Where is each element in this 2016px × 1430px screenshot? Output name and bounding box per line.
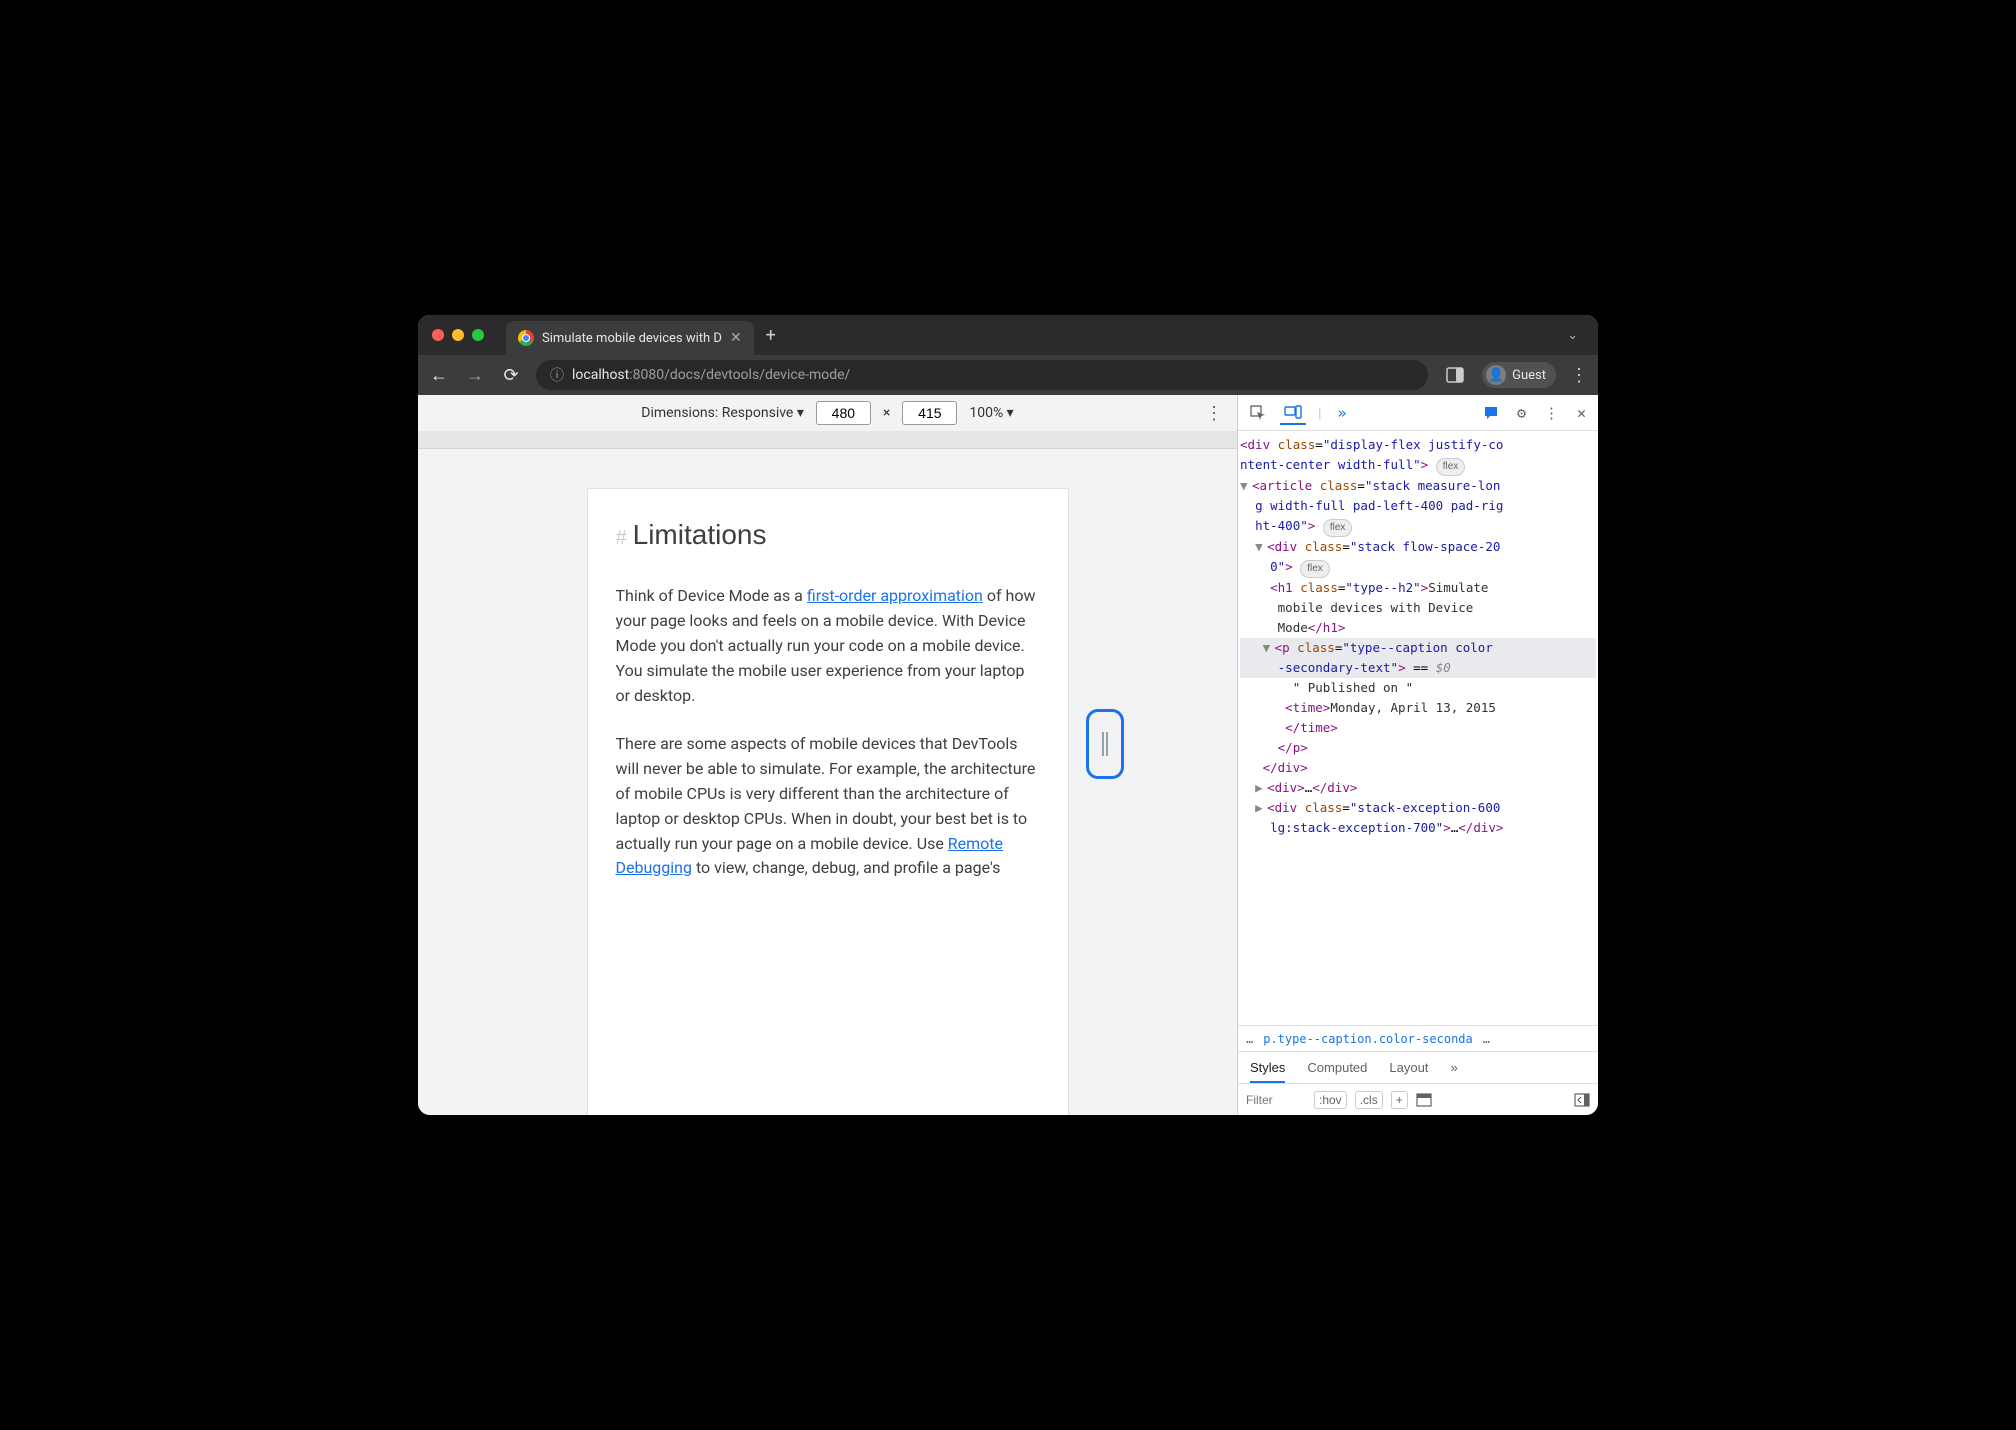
device-toolbar: Dimensions: Responsive ▾ × 100% ▾ ⋮: [418, 395, 1237, 431]
first-order-link[interactable]: first-order approximation: [807, 586, 983, 605]
ruler[interactable]: [418, 431, 1237, 449]
tab-layout[interactable]: Layout: [1389, 1060, 1428, 1075]
anchor-hash-icon[interactable]: #: [616, 527, 627, 549]
maximize-window-button[interactable]: [472, 329, 484, 341]
hov-toggle[interactable]: :hov: [1314, 1091, 1347, 1109]
device-toolbar-more-icon[interactable]: ⋮: [1205, 403, 1223, 424]
url-host: localhost: [572, 367, 629, 383]
device-viewport-pane: Dimensions: Responsive ▾ × 100% ▾ ⋮ #Lim…: [418, 395, 1238, 1115]
close-tab-button[interactable]: ✕: [730, 330, 742, 346]
avatar-icon: 👤: [1486, 365, 1506, 385]
devtools-tabstrip: | » ⚙ ⋮ ✕: [1238, 395, 1598, 431]
close-devtools-icon[interactable]: ✕: [1573, 400, 1590, 426]
times-label: ×: [883, 405, 890, 421]
zoom-dropdown[interactable]: 100% ▾: [969, 405, 1013, 421]
titlebar: Simulate mobile devices with D ✕ + ⌄: [418, 315, 1598, 355]
flex-badge[interactable]: flex: [1436, 458, 1466, 476]
browser-menu-button[interactable]: ⋮: [1570, 365, 1588, 386]
simulated-viewport: #Limitations Think of Device Mode as a f…: [418, 449, 1237, 1115]
height-input[interactable]: [902, 401, 957, 425]
devtools-panel: | » ⚙ ⋮ ✕ <div class="display-flex justi…: [1238, 395, 1598, 1115]
side-panel-icon[interactable]: [1446, 367, 1464, 383]
toggle-sidebar-icon[interactable]: [1574, 1093, 1590, 1107]
forward-button[interactable]: →: [464, 365, 486, 386]
computed-panel-icon[interactable]: [1416, 1093, 1432, 1107]
profile-button[interactable]: 👤 Guest: [1482, 362, 1556, 388]
page-frame[interactable]: #Limitations Think of Device Mode as a f…: [588, 489, 1068, 1115]
omnibox[interactable]: ⓘ localhost:8080/docs/devtools/device-mo…: [536, 360, 1428, 390]
crumb-dots[interactable]: …: [1246, 1032, 1253, 1046]
address-bar: ← → ⟳ ⓘ localhost:8080/docs/devtools/dev…: [418, 355, 1598, 395]
device-toggle-icon[interactable]: [1280, 401, 1306, 425]
tab-computed[interactable]: Computed: [1307, 1060, 1367, 1075]
url-path: /docs/devtools/device-mode/: [664, 367, 850, 383]
url-port: :8080: [629, 367, 664, 383]
width-input[interactable]: [816, 401, 871, 425]
site-info-icon[interactable]: ⓘ: [550, 365, 564, 385]
settings-gear-icon[interactable]: ⚙: [1513, 400, 1530, 426]
devtools-menu-icon[interactable]: ⋮: [1540, 400, 1563, 426]
new-tab-button[interactable]: +: [766, 325, 776, 346]
reload-button[interactable]: ⟳: [500, 365, 522, 386]
minimize-window-button[interactable]: [452, 329, 464, 341]
close-window-button[interactable]: [432, 329, 444, 341]
flex-badge[interactable]: flex: [1323, 519, 1353, 537]
profile-name: Guest: [1512, 368, 1546, 383]
traffic-lights: [432, 329, 484, 341]
resize-handle-right[interactable]: [1086, 709, 1124, 779]
styles-filter-input[interactable]: [1246, 1093, 1306, 1107]
more-subtabs-icon[interactable]: »: [1450, 1060, 1457, 1075]
styles-toolbar: :hov .cls +: [1238, 1083, 1598, 1115]
browser-window: Simulate mobile devices with D ✕ + ⌄ ← →…: [418, 315, 1598, 1115]
new-style-button[interactable]: +: [1391, 1091, 1408, 1109]
breadcrumbs[interactable]: … p.type--caption.color-seconda …: [1238, 1025, 1598, 1051]
crumb-dots[interactable]: …: [1483, 1032, 1490, 1046]
dimensions-dropdown[interactable]: Dimensions: Responsive ▾: [641, 405, 804, 421]
page-heading: #Limitations: [616, 513, 1040, 556]
tab-title: Simulate mobile devices with D: [542, 331, 722, 346]
chrome-icon: [518, 330, 534, 346]
elements-dom-tree[interactable]: <div class="display-flex justify-co nten…: [1238, 431, 1598, 1025]
feedback-icon[interactable]: [1479, 401, 1503, 425]
more-tabs-icon[interactable]: »: [1334, 400, 1351, 426]
tabs-chevron-icon[interactable]: ⌄: [1567, 328, 1578, 343]
styles-subtabs: Styles Computed Layout »: [1238, 1051, 1598, 1083]
crumb-selected[interactable]: p.type--caption.color-seconda: [1263, 1032, 1473, 1046]
inspect-icon[interactable]: [1246, 401, 1270, 425]
cls-toggle[interactable]: .cls: [1355, 1091, 1383, 1109]
paragraph-1: Think of Device Mode as a first-order ap…: [616, 584, 1040, 708]
tab-styles[interactable]: Styles: [1250, 1060, 1285, 1083]
back-button[interactable]: ←: [428, 365, 450, 386]
paragraph-2: There are some aspects of mobile devices…: [616, 732, 1040, 881]
browser-tab[interactable]: Simulate mobile devices with D ✕: [506, 321, 754, 355]
content-area: Dimensions: Responsive ▾ × 100% ▾ ⋮ #Lim…: [418, 395, 1598, 1115]
flex-badge[interactable]: flex: [1300, 560, 1330, 578]
